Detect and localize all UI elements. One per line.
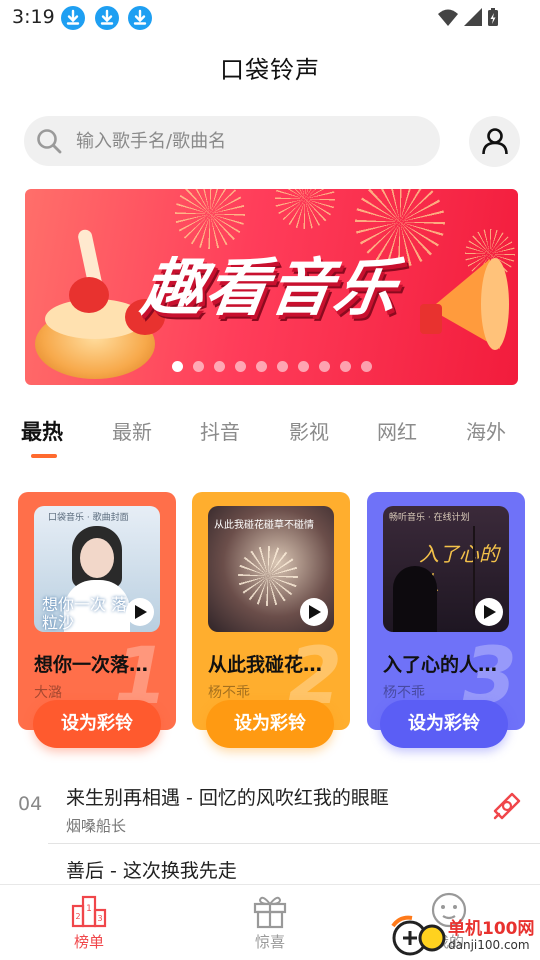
firework-decoration: [275, 189, 335, 229]
portrait-face: [80, 538, 114, 578]
banner-dot[interactable]: [339, 361, 351, 372]
list-divider: [48, 843, 540, 844]
top-card-2[interactable]: 从此我碰花碰草不碰情 2 从此我碰花… 杨不乖: [192, 492, 350, 730]
album-cover[interactable]: 从此我碰花碰草不碰情: [208, 506, 334, 632]
song-title: 来生别再相遇 - 回忆的风吹红我的眼眶: [66, 787, 389, 809]
album-cover[interactable]: 畅听音乐 · 在线计划 入了心的人: [383, 506, 509, 632]
promo-banner[interactable]: 趣看音乐: [25, 189, 518, 385]
gift-icon: [253, 896, 287, 929]
set-ringback-button[interactable]: 设为彩铃: [33, 700, 161, 748]
download-icon: [128, 6, 152, 30]
play-button[interactable]: [300, 598, 328, 626]
palm-tree: [473, 526, 475, 616]
flower-decoration: [238, 546, 298, 606]
list-item[interactable]: 善后 - 这次换我先走: [0, 850, 540, 884]
artist-name: 杨不乖: [208, 685, 250, 701]
tab-newest[interactable]: 最新: [112, 416, 152, 445]
album-cover[interactable]: 口袋音乐 · 歌曲封面 想你一次 落一粒沙: [34, 506, 160, 632]
tab-film[interactable]: 影视: [289, 416, 329, 445]
banner-dot[interactable]: [360, 361, 372, 372]
song-title: 善后 - 这次换我先走: [66, 860, 237, 882]
cover-header-text: 畅听音乐 · 在线计划: [389, 513, 470, 523]
tab-hottest[interactable]: 最热: [21, 416, 63, 446]
banner-dot[interactable]: [276, 361, 288, 372]
banner-dot[interactable]: [297, 361, 309, 372]
top-card-1[interactable]: 口袋音乐 · 歌曲封面 想你一次 落一粒沙 1 想你一次落… 大潞: [18, 492, 176, 730]
play-icon: [135, 605, 147, 619]
tab-douyin[interactable]: 抖音: [200, 416, 240, 445]
banner-dot[interactable]: [171, 361, 183, 372]
drumstick-illustration: [69, 277, 109, 313]
banner-title: 趣看音乐: [137, 251, 404, 324]
banner-dot[interactable]: [318, 361, 330, 372]
artist-name: 大潞: [34, 685, 62, 701]
ringtone-icon[interactable]: [490, 789, 524, 823]
nav-item-surprise[interactable]: 惊喜: [225, 885, 315, 960]
banner-dot[interactable]: [192, 361, 204, 372]
podium-icon: 1 2 3: [71, 895, 107, 928]
silhouette: [393, 566, 437, 632]
search-icon: [37, 129, 62, 154]
artist-name: 杨不乖: [383, 685, 425, 701]
tab-influencer[interactable]: 网红: [377, 416, 417, 445]
play-button[interactable]: [475, 598, 503, 626]
download-icon: [61, 6, 85, 30]
watermark-name: 单机100网: [448, 919, 535, 939]
status-bar: 3:19: [0, 0, 540, 38]
play-button[interactable]: [126, 598, 154, 626]
search-input[interactable]: [76, 116, 426, 166]
app-title: 口袋铃声: [220, 56, 320, 84]
song-title: 从此我碰花…: [208, 654, 323, 676]
site-watermark: 单机100网 danji100.com: [388, 912, 540, 958]
download-icon: [95, 6, 119, 30]
svg-text:2: 2: [75, 912, 80, 921]
banner-dot[interactable]: [234, 361, 246, 372]
search-bar[interactable]: [24, 116, 440, 166]
cover-caption: 从此我碰花碰草不碰情: [214, 520, 314, 531]
svg-text:3: 3: [97, 914, 102, 923]
profile-button[interactable]: [469, 116, 520, 167]
nav-label: 惊喜: [254, 933, 285, 951]
watermark-url: danji100.com: [448, 938, 530, 952]
play-icon: [484, 605, 496, 619]
tab-overseas[interactable]: 海外: [466, 416, 506, 445]
nav-label: 榜单: [73, 933, 104, 951]
system-status-icons: [438, 8, 498, 26]
active-tab-indicator: [31, 454, 57, 458]
set-ringback-button[interactable]: 设为彩铃: [380, 700, 508, 748]
megaphone-illustration: [420, 258, 509, 350]
banner-dot[interactable]: [255, 361, 267, 372]
artist-name: 烟嗓船长: [66, 817, 127, 835]
cover-header-text: 口袋音乐 · 歌曲封面: [48, 513, 129, 523]
top-card-3[interactable]: 畅听音乐 · 在线计划 入了心的人 3 入了心的人… 杨不乖: [367, 492, 525, 730]
banner-pagination: [25, 357, 518, 376]
banner-dot[interactable]: [213, 361, 225, 372]
signal-icon: [464, 8, 482, 26]
song-title: 入了心的人…: [383, 654, 498, 676]
battery-charging-icon: [488, 8, 498, 26]
wifi-icon: [438, 9, 458, 26]
svg-text:1: 1: [86, 904, 92, 914]
category-tabs: 最热 最新 抖音 影视 网红 海外: [0, 410, 540, 460]
watermark-logo: [391, 915, 446, 956]
status-time: 3:19: [12, 6, 55, 28]
rank-number: 04: [18, 793, 43, 815]
nav-item-rankings[interactable]: 1 2 3 榜单: [44, 885, 134, 960]
user-icon: [482, 128, 508, 155]
set-ringback-button[interactable]: 设为彩铃: [206, 700, 334, 748]
song-title: 想你一次落…: [34, 654, 149, 676]
play-icon: [309, 605, 321, 619]
list-item[interactable]: 04 来生别再相遇 - 回忆的风吹红我的眼眶 烟嗓船长: [0, 777, 540, 845]
